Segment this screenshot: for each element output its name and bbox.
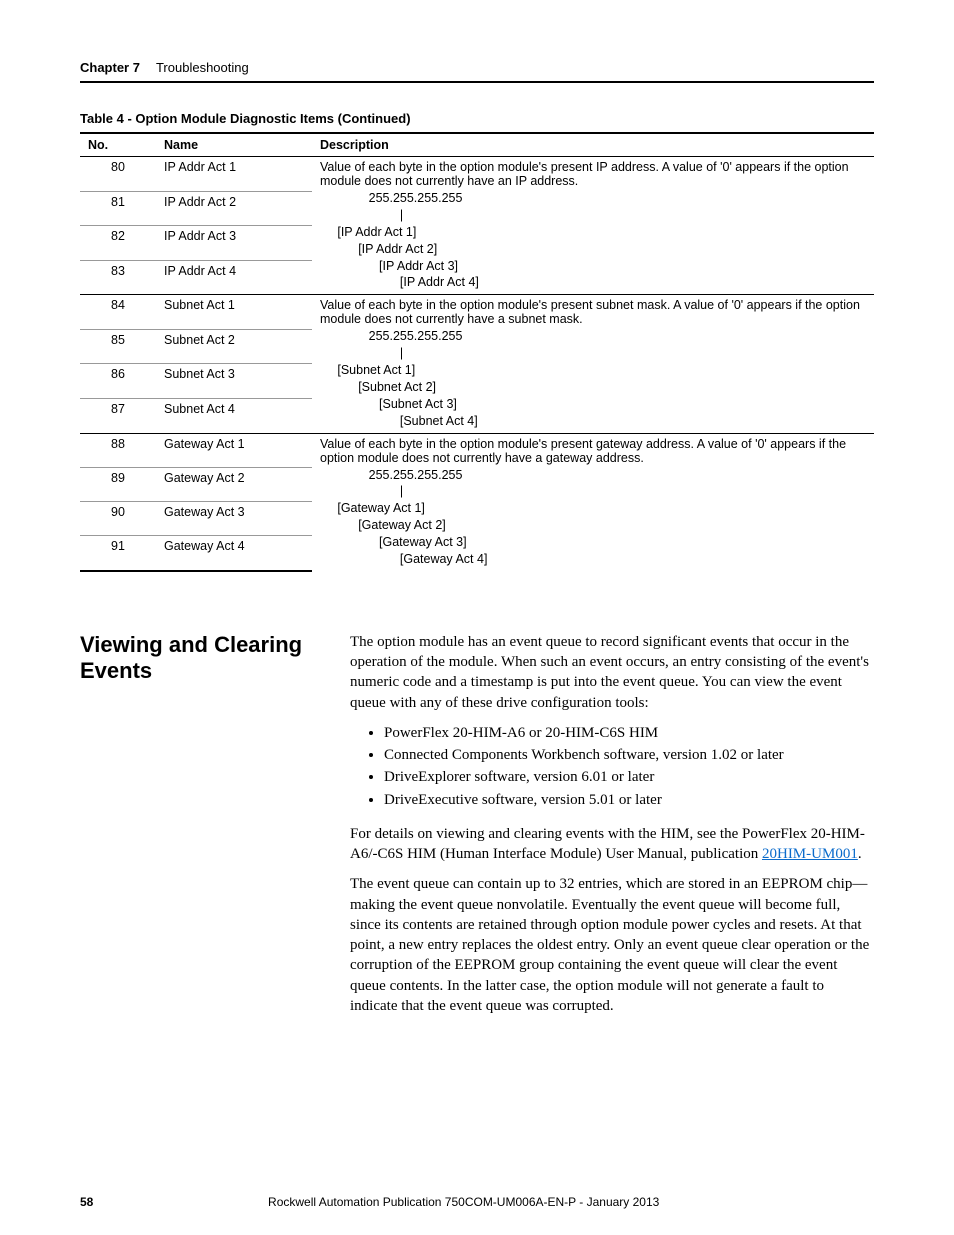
list-item: PowerFlex 20-HIM-A6 or 20-HIM-C6S HIM [384, 723, 874, 743]
item-no: 81 [80, 191, 156, 226]
item-description: Value of each byte in the option module'… [312, 433, 874, 571]
item-name: Gateway Act 1 [156, 433, 312, 467]
item-no: 91 [80, 536, 156, 571]
list-item: DriveExecutive software, version 5.01 or… [384, 790, 874, 810]
item-name: IP Addr Act 1 [156, 157, 312, 192]
item-no: 86 [80, 364, 156, 399]
item-name: Subnet Act 1 [156, 295, 312, 330]
item-name: Subnet Act 3 [156, 364, 312, 399]
item-name: Gateway Act 4 [156, 536, 312, 571]
paragraph: The event queue can contain up to 32 ent… [350, 874, 874, 1016]
item-no: 80 [80, 157, 156, 192]
item-name: Subnet Act 4 [156, 398, 312, 433]
item-name: IP Addr Act 2 [156, 191, 312, 226]
text: . [858, 846, 862, 862]
item-name: Gateway Act 3 [156, 501, 312, 535]
diagnostic-table: No. Name Description 80IP Addr Act 1Valu… [80, 132, 874, 572]
col-header-no: No. [80, 133, 156, 157]
item-no: 84 [80, 295, 156, 330]
section-content: The option module has an event queue to … [350, 632, 874, 1026]
item-description: Value of each byte in the option module'… [312, 157, 874, 295]
item-no: 87 [80, 398, 156, 433]
item-name: IP Addr Act 4 [156, 260, 312, 295]
chapter-title: Troubleshooting [156, 60, 249, 75]
item-no: 89 [80, 467, 156, 501]
item-no: 90 [80, 501, 156, 535]
item-no: 82 [80, 226, 156, 261]
bullet-list: PowerFlex 20-HIM-A6 or 20-HIM-C6S HIMCon… [350, 723, 874, 810]
item-no: 85 [80, 329, 156, 364]
col-header-desc: Description [312, 133, 874, 157]
paragraph: The option module has an event queue to … [350, 632, 874, 713]
page-number: 58 [80, 1195, 93, 1209]
chapter-label: Chapter 7 [80, 60, 140, 75]
page-header: Chapter 7 Troubleshooting [80, 60, 874, 75]
table-caption: Table 4 - Option Module Diagnostic Items… [80, 111, 874, 126]
publication-id: Rockwell Automation Publication 750COM-U… [268, 1195, 659, 1209]
publication-link[interactable]: 20HIM-UM001 [762, 846, 858, 862]
item-name: Gateway Act 2 [156, 467, 312, 501]
header-rule [80, 81, 874, 83]
col-header-name: Name [156, 133, 312, 157]
section-heading: Viewing and Clearing Events [80, 632, 310, 1026]
list-item: Connected Components Workbench software,… [384, 745, 874, 765]
page-footer: 58 Rockwell Automation Publication 750CO… [80, 1195, 874, 1209]
item-name: IP Addr Act 3 [156, 226, 312, 261]
item-name: Subnet Act 2 [156, 329, 312, 364]
item-no: 88 [80, 433, 156, 467]
item-description: Value of each byte in the option module'… [312, 295, 874, 433]
paragraph: For details on viewing and clearing even… [350, 824, 874, 865]
item-no: 83 [80, 260, 156, 295]
list-item: DriveExplorer software, version 6.01 or … [384, 767, 874, 787]
